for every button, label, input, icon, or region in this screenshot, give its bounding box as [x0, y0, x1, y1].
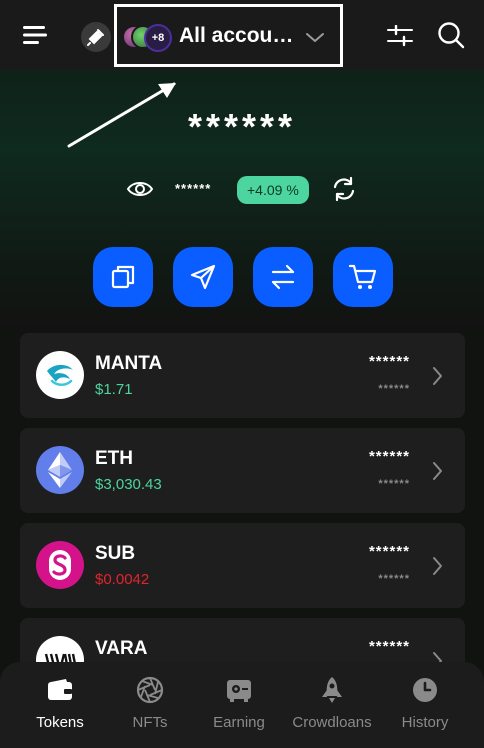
token-balance: ****** — [368, 353, 410, 370]
tab-label: History — [401, 714, 449, 731]
copy-icon — [111, 265, 135, 289]
token-balance: ****** — [368, 638, 410, 655]
token-row-sub[interactable]: SUB $0.0042 ****** ****** — [20, 523, 465, 608]
token-value: ****** — [378, 573, 410, 585]
chevron-down-icon — [306, 33, 324, 42]
account-selector[interactable]: +8 All accou… — [114, 4, 343, 67]
ethereum-logo-icon — [36, 446, 84, 494]
change-percent-badge: +4.09 % — [237, 176, 309, 204]
token-value: ****** — [378, 478, 410, 490]
balance-sub-row: ****** +4.09 % — [0, 174, 484, 206]
wallet-icon — [48, 679, 72, 700]
account-name: All accou… — [179, 24, 294, 47]
token-value: ****** — [378, 383, 410, 395]
eye-icon[interactable] — [126, 177, 154, 201]
tab-label: Tokens — [36, 714, 84, 731]
total-balance: ****** — [187, 106, 297, 147]
bottom-nav: Tokens NFTs Earning Crowdloans History — [0, 662, 484, 748]
tab-label: NFTs — [132, 714, 168, 731]
filter-icon[interactable] — [386, 22, 414, 50]
chevron-right-icon — [433, 462, 442, 480]
top-header: +8 All accou… — [0, 0, 484, 70]
tab-label: Crowdloans — [292, 714, 372, 731]
swap-button[interactable] — [253, 247, 313, 307]
tab-crowdloans[interactable]: Crowdloans — [284, 676, 380, 736]
refresh-icon[interactable] — [330, 175, 358, 203]
tab-label: Earning — [213, 714, 265, 731]
send-button[interactable] — [173, 247, 233, 307]
more-accounts-badge: +8 — [144, 24, 172, 52]
aperture-icon — [136, 676, 164, 704]
token-price: $0.0042 — [95, 571, 150, 588]
tab-tokens[interactable]: Tokens — [12, 676, 108, 736]
manta-logo-icon — [36, 351, 84, 399]
account-avatars: +8 — [122, 24, 172, 52]
clock-icon — [413, 678, 437, 702]
token-symbol: SUB — [95, 543, 136, 564]
tab-earning[interactable]: Earning — [191, 676, 287, 736]
token-balance: ****** — [368, 543, 410, 560]
send-icon — [190, 264, 216, 290]
token-price: $1.71 — [95, 381, 133, 398]
tab-history[interactable]: History — [377, 676, 473, 736]
menu-icon[interactable] — [18, 18, 52, 52]
token-row-eth[interactable]: ETH $3,030.43 ****** ****** — [20, 428, 465, 513]
chevron-right-icon — [433, 367, 442, 385]
search-icon[interactable] — [436, 20, 466, 50]
token-symbol: ETH — [95, 448, 133, 469]
swap-icon — [271, 264, 295, 290]
safe-icon — [227, 680, 251, 702]
token-balance: ****** — [368, 448, 410, 465]
token-symbol: MANTA — [95, 353, 163, 374]
copy-address-button[interactable] — [93, 247, 153, 307]
sub-balance: ****** — [175, 181, 212, 196]
quick-actions — [0, 247, 484, 307]
chevron-right-icon — [433, 557, 442, 575]
rocket-icon — [322, 677, 342, 703]
token-price: $3,030.43 — [95, 476, 162, 493]
subsocial-logo-icon — [36, 541, 84, 589]
cart-icon — [348, 264, 377, 289]
tab-nfts[interactable]: NFTs — [102, 676, 198, 736]
plug-icon[interactable] — [81, 22, 111, 52]
buy-button[interactable] — [333, 247, 393, 307]
token-list: MANTA $1.71 ****** ****** ETH $3,030.43 … — [20, 333, 465, 713]
token-symbol: VARA — [95, 638, 148, 659]
token-row-manta[interactable]: MANTA $1.71 ****** ****** — [20, 333, 465, 418]
